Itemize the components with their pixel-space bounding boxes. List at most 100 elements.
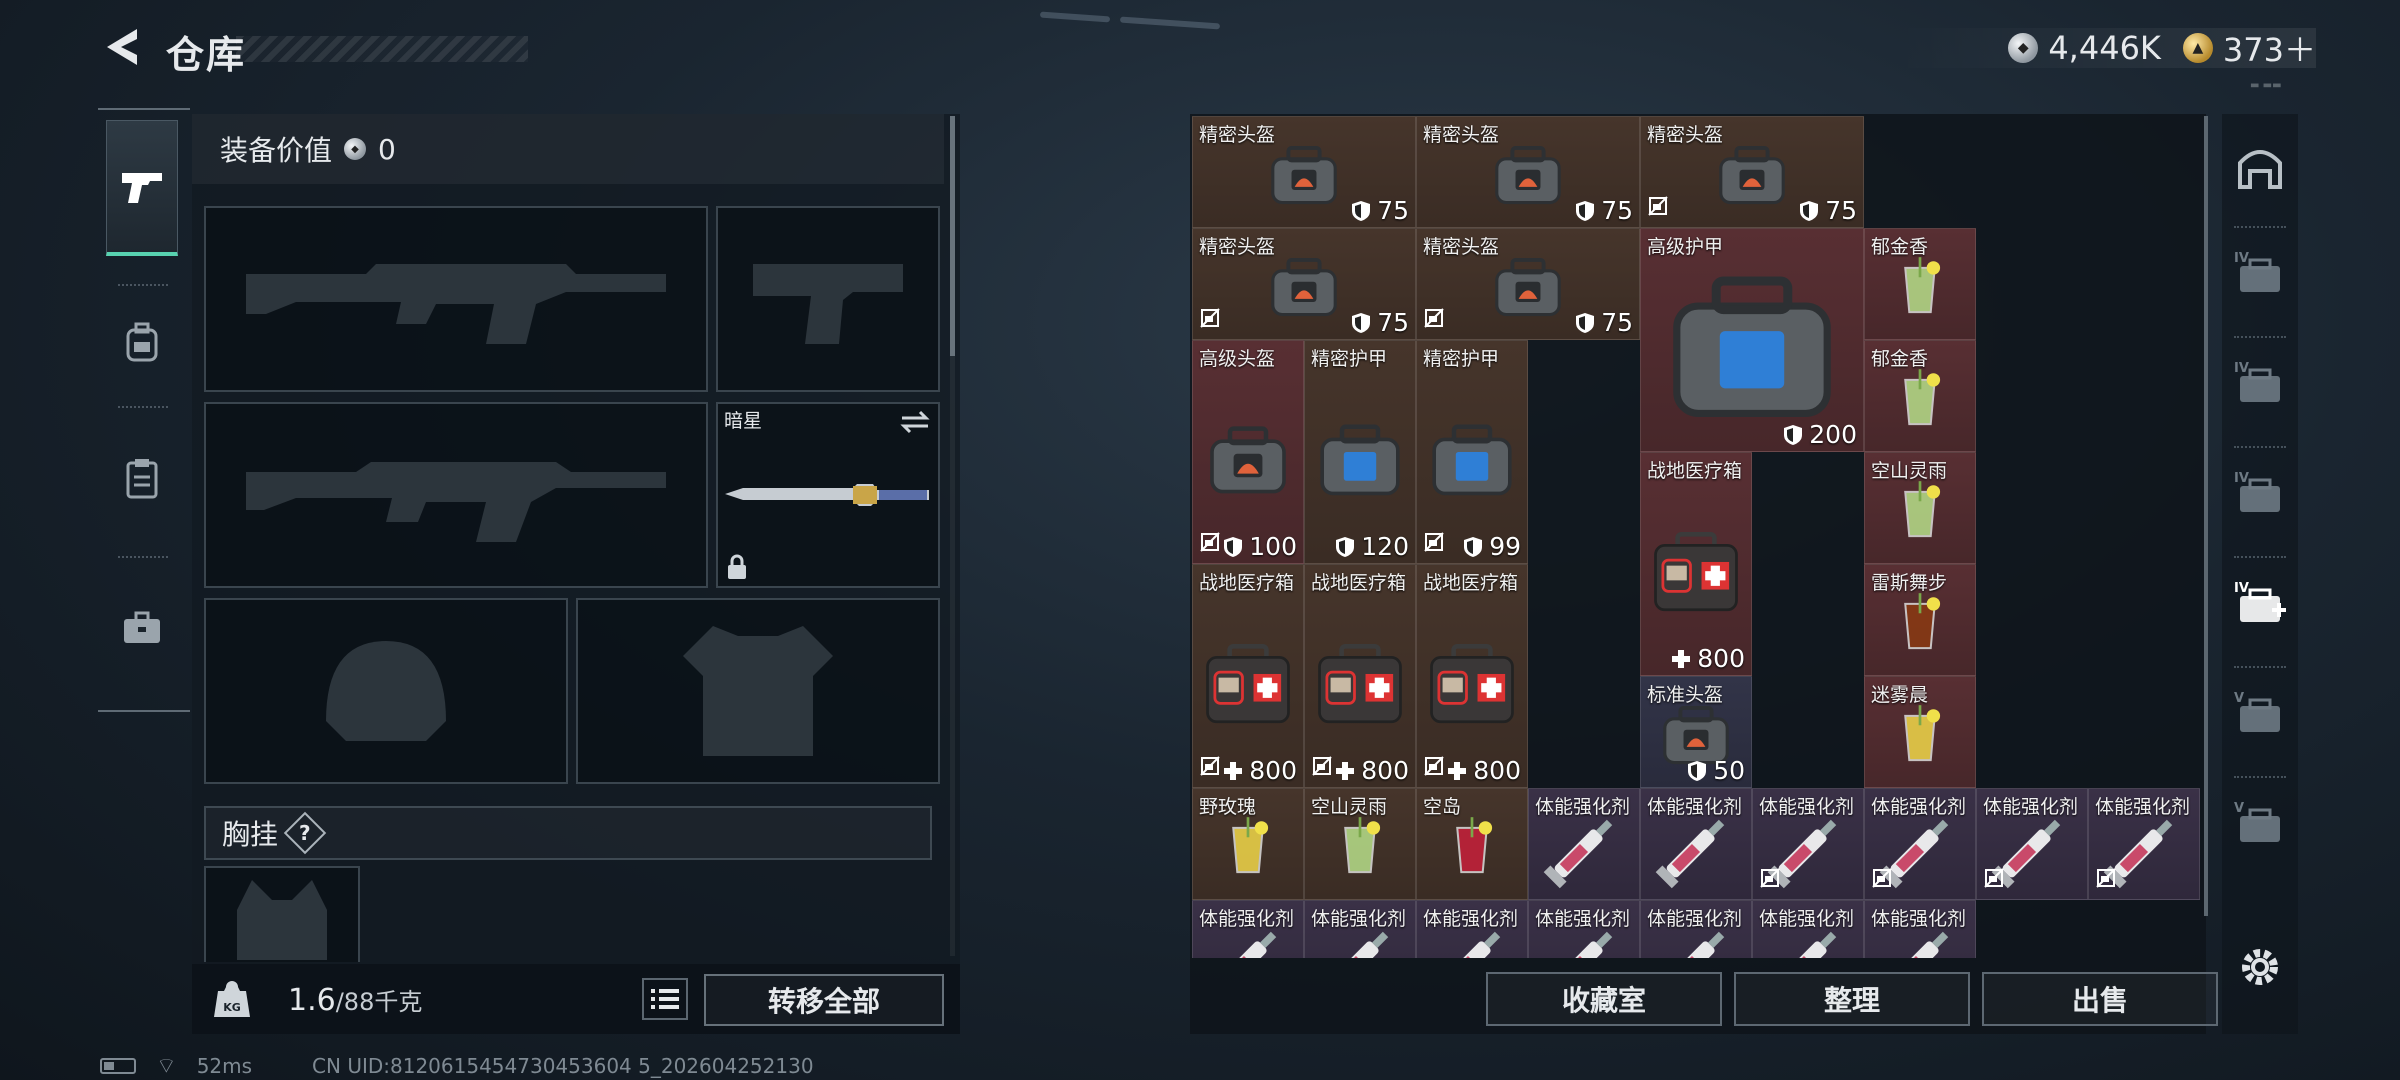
item-name: 空山灵雨 bbox=[1311, 796, 1388, 818]
tab-medical-crate[interactable]: IV bbox=[2228, 570, 2292, 636]
gold-currency[interactable]: ▲ 373＋ bbox=[2182, 25, 2316, 71]
nav-case[interactable] bbox=[106, 560, 178, 696]
tab-weapon-crate[interactable]: IV bbox=[2228, 240, 2292, 306]
stash-item[interactable]: 迷雾晨 bbox=[1864, 676, 1976, 788]
item-name: 精密头盔 bbox=[1423, 124, 1500, 146]
primary-weapon-slot[interactable] bbox=[204, 206, 708, 392]
shield-icon bbox=[1224, 536, 1243, 557]
cocktail-icon bbox=[1904, 257, 1941, 314]
tab-vault[interactable]: V bbox=[2228, 790, 2292, 856]
item-name: 体能强化剂 bbox=[1647, 796, 1743, 818]
stash-item[interactable]: 精密头盔 75 bbox=[1192, 228, 1416, 340]
stash-item[interactable]: 体能强化剂 bbox=[1528, 788, 1640, 900]
stash-item[interactable]: 体能强化剂 bbox=[1304, 900, 1416, 958]
stash-item[interactable]: 体能强化剂 bbox=[1528, 900, 1640, 958]
melee-slot[interactable]: 暗星 bbox=[716, 402, 940, 588]
chest-rig-header: 胸挂 ? bbox=[204, 806, 932, 860]
item-name: 高级护甲 bbox=[1647, 236, 1724, 258]
stash-item[interactable]: 战地医疗箱 800 bbox=[1640, 452, 1752, 676]
item-name: 高级头盔 bbox=[1199, 348, 1276, 370]
shield-icon bbox=[1464, 536, 1483, 557]
stash-item[interactable]: 精密护甲 120 bbox=[1304, 340, 1416, 564]
stash-item[interactable]: 战地医疗箱 800 bbox=[1416, 564, 1528, 788]
svg-text:IV: IV bbox=[2234, 251, 2249, 266]
chest-rig-slot[interactable] bbox=[204, 866, 360, 962]
list-view-button[interactable] bbox=[642, 978, 688, 1020]
silver-currency[interactable]: ◆ 4,446K bbox=[2008, 29, 2161, 67]
silver-amount: 4,446K bbox=[2048, 29, 2161, 67]
item-name: 精密头盔 bbox=[1423, 236, 1500, 258]
nav-backpack[interactable] bbox=[106, 274, 178, 410]
stash-item[interactable]: 高级护甲 200 bbox=[1640, 228, 1864, 452]
vault-icon: V bbox=[2234, 801, 2280, 842]
armor-bag-icon bbox=[1673, 276, 1831, 417]
stash-item[interactable]: 精密头盔 75 bbox=[1416, 116, 1640, 228]
untradable-icon bbox=[1984, 868, 2004, 888]
svg-text:KG: KG bbox=[223, 1001, 241, 1014]
nav-vest[interactable] bbox=[106, 410, 178, 546]
sell-button[interactable]: 出售 bbox=[1982, 972, 2218, 1026]
untradable-marker bbox=[1983, 867, 2005, 893]
stash-item[interactable]: 精密头盔 75 bbox=[1416, 228, 1640, 340]
stash-item[interactable]: 战地医疗箱 800 bbox=[1304, 564, 1416, 788]
item-name: 体能强化剂 bbox=[1199, 908, 1295, 930]
transfer-all-button[interactable]: 转移全部 bbox=[704, 974, 944, 1026]
secondary-weapon-slot[interactable] bbox=[204, 402, 708, 588]
melee-name: 暗星 bbox=[724, 410, 763, 432]
stash-item[interactable]: 空山灵雨 bbox=[1304, 788, 1416, 900]
stash-item[interactable]: 体能强化剂 bbox=[2088, 788, 2200, 900]
stash-item[interactable]: 体能强化剂 bbox=[1640, 788, 1752, 900]
helmet-bag-icon bbox=[1495, 258, 1561, 317]
list-icon bbox=[651, 989, 679, 1009]
stash-item[interactable]: 体能强化剂 bbox=[1864, 788, 1976, 900]
item-value: 800 bbox=[1671, 644, 1745, 673]
stash-scrollbar[interactable] bbox=[2204, 116, 2208, 916]
stash-item[interactable]: 精密头盔 75 bbox=[1640, 116, 1864, 228]
stash-item[interactable]: 标准头盔 50 bbox=[1640, 676, 1752, 788]
stash-item[interactable]: 体能强化剂 bbox=[1192, 900, 1304, 958]
stash-item[interactable]: 战地医疗箱 800 bbox=[1192, 564, 1304, 788]
help-icon[interactable]: ? bbox=[283, 811, 327, 855]
cocktail-icon bbox=[1344, 817, 1381, 874]
stash-item[interactable]: 体能强化剂 bbox=[1752, 900, 1864, 958]
knife-icon bbox=[725, 484, 929, 506]
back-button[interactable] bbox=[96, 22, 148, 72]
stash-item[interactable]: 体能强化剂 bbox=[1752, 788, 1864, 900]
stash-item[interactable]: 精密护甲 99 bbox=[1416, 340, 1528, 564]
stash-item[interactable]: 空岛 bbox=[1416, 788, 1528, 900]
tab-safe[interactable]: V bbox=[2228, 680, 2292, 746]
helmet-slot[interactable] bbox=[204, 598, 568, 784]
weapon-crate-icon: IV bbox=[2234, 251, 2280, 292]
stash-tabs: IV IV IV IV V V bbox=[2222, 114, 2298, 1034]
tab-settings[interactable] bbox=[2228, 934, 2292, 1000]
cocktail-icon bbox=[1904, 369, 1941, 426]
stash-item[interactable]: 体能强化剂 bbox=[1416, 900, 1528, 958]
stash-item[interactable]: 体能强化剂 bbox=[1640, 900, 1752, 958]
chest-rig-silhouette-icon bbox=[237, 880, 327, 960]
organize-button[interactable]: 整理 bbox=[1734, 972, 1970, 1026]
stash-item[interactable]: 空山灵雨 bbox=[1864, 452, 1976, 564]
tab-storage-room[interactable] bbox=[2228, 134, 2292, 200]
tab-gear-crate[interactable]: IV bbox=[2228, 460, 2292, 526]
stash-item[interactable]: 雷斯舞步 bbox=[1864, 564, 1976, 676]
stash-item[interactable]: 高级头盔 100 bbox=[1192, 340, 1304, 564]
helmet-silhouette-icon bbox=[326, 641, 446, 741]
nav-firearms[interactable] bbox=[106, 120, 178, 256]
sidearm-slot[interactable] bbox=[716, 206, 940, 392]
equipment-scroll-thumb[interactable] bbox=[950, 116, 955, 356]
stash-item[interactable]: 体能强化剂 bbox=[1976, 788, 2088, 900]
tab-separator bbox=[2234, 776, 2286, 778]
stash-item[interactable]: 体能强化剂 bbox=[1864, 900, 1976, 958]
stash-item[interactable]: 野玫瑰 bbox=[1192, 788, 1304, 900]
untradable-icon bbox=[1312, 756, 1332, 776]
settings-icon bbox=[2242, 949, 2278, 985]
swap-icon[interactable] bbox=[900, 410, 930, 434]
tab-ammo-crate[interactable]: IV bbox=[2228, 350, 2292, 416]
helmet-bag-icon bbox=[1719, 146, 1785, 205]
armor-slot[interactable] bbox=[576, 598, 940, 784]
pistol-silhouette-icon bbox=[753, 264, 903, 344]
collection-room-button[interactable]: 收藏室 bbox=[1486, 972, 1722, 1026]
stash-item[interactable]: 郁金香 bbox=[1864, 340, 1976, 452]
stash-item[interactable]: 郁金香 bbox=[1864, 228, 1976, 340]
stash-item[interactable]: 精密头盔 75 bbox=[1192, 116, 1416, 228]
